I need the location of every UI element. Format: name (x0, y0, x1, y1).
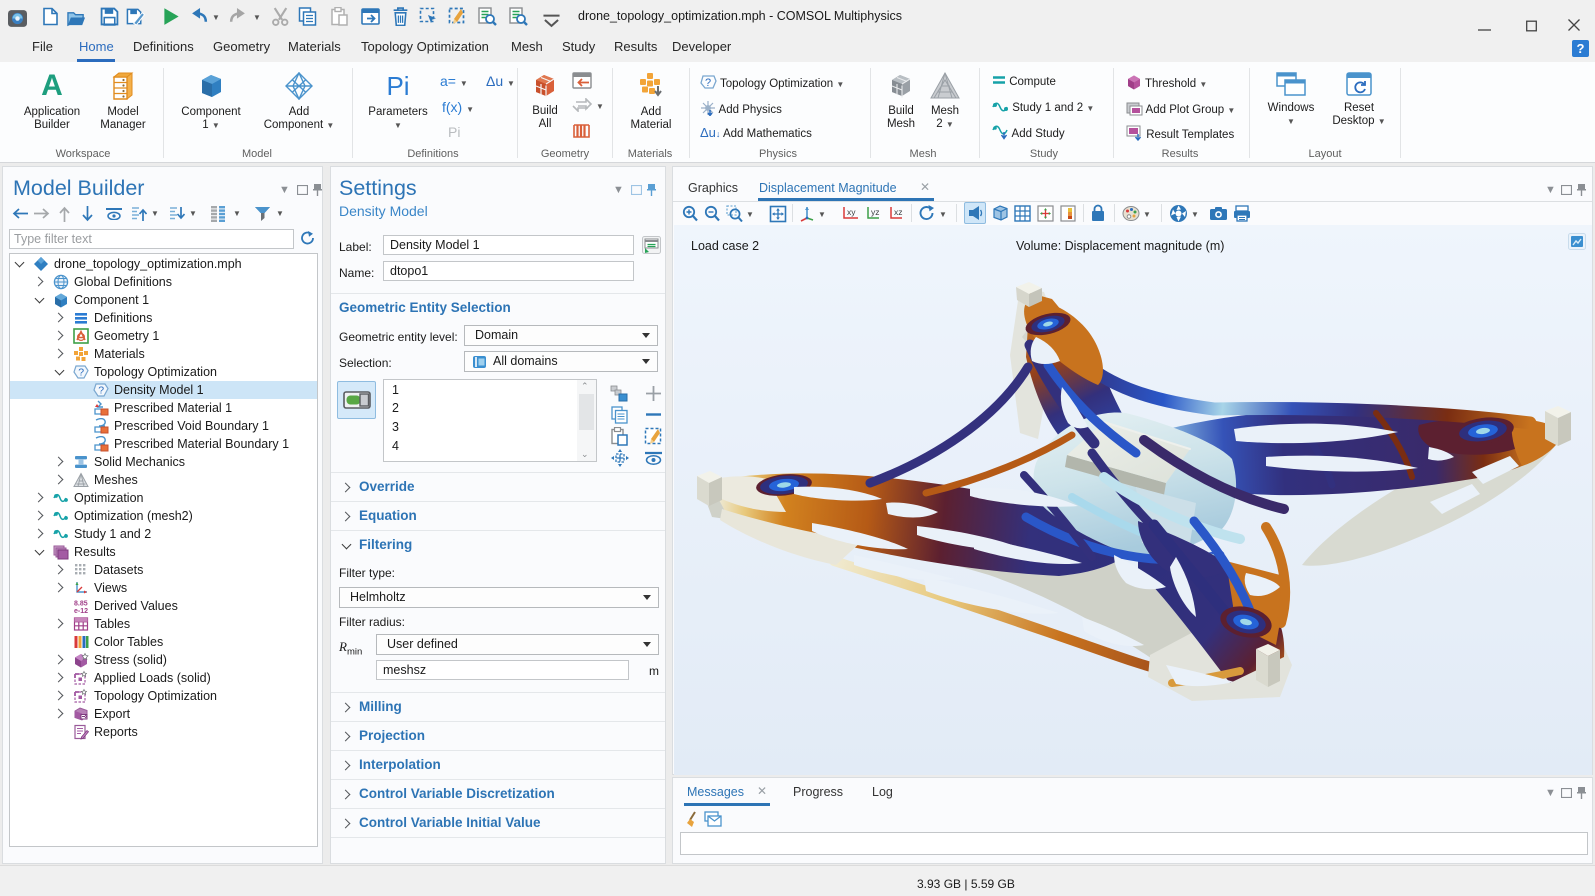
svg-text:yz: yz (871, 207, 880, 217)
svg-text:?: ? (705, 77, 711, 89)
svg-text:xz: xz (894, 207, 903, 217)
svg-text:xy: xy (847, 207, 856, 217)
